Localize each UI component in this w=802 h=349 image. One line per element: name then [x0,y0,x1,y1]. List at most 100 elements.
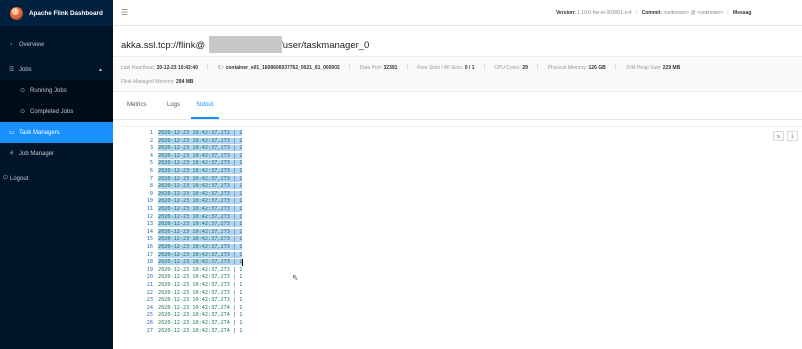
sidebar-item-running-jobs[interactable]: ⊙ Running Jobs [0,80,113,101]
physical-memory-value: 126 GB [588,65,606,71]
info-row-1: Last Heartbeat: 20-12-23 10:42:40 ID: co… [121,64,681,71]
sidebar-item-task-managers[interactable]: ▭ Task Managers [0,122,113,143]
line-number: 17 [146,251,153,258]
log-text: 2020-12-23 10:42:37,273 | 1 [158,244,243,250]
mouse-cursor-icon: ⇖ [292,273,299,282]
title-suffix: /user/taskmanager_0 [280,40,370,51]
menu-fold-icon[interactable]: ☰ [121,8,128,17]
flink-logo-icon [10,6,23,20]
log-text: 2020-12-23 10:42:37,273 | 1 [158,228,243,235]
log-text: 2020-12-23 10:42:37,273 | 1 [158,168,243,174]
log-text: 2020-12-23 10:42:37,273 | 1 [158,213,243,220]
log-text: 2020-12-23 10:42:37,274 | 1 [158,320,243,326]
tab-bar: Metrics Logs Stdout [113,92,802,120]
line-number: 25 [146,312,153,319]
sidebar-item-jobs[interactable]: ☰ Jobs ▲ [0,59,113,80]
version-info: Version: 1.10.0-hw-ei-303001-rc4 | Commi… [556,9,752,16]
line-number: 12 [146,213,153,220]
line-number: 4 [149,152,153,159]
line-number: 19 [146,266,153,273]
managed-memory-value: 294 MB [176,79,194,85]
log-text: 2020-12-23 10:42:37,273 | 1 [158,137,243,144]
log-text: 2020-12-23 10:42:37,273 | 1 [158,297,243,304]
line-number: 23 [146,297,153,304]
task-manager-icon: ▭ [9,130,15,136]
version-value: 1.10.0-hw-ei-303001-rc4 [577,9,632,16]
cpu-value: 29 [522,65,528,71]
sidebar-item-label: Task Managers [19,129,60,136]
chevron-up-icon: ▲ [98,66,103,73]
line-number: 8 [149,183,153,190]
reload-icon[interactable]: ↻ [773,131,784,141]
info-row-2: Flink Managed Memory: 294 MB [121,79,194,85]
sidebar-item-overview[interactable]: ◔ Overview [0,34,113,55]
id-value: container_e01_1608606937762_0021_01_0000… [225,65,340,71]
line-number: 14 [146,228,153,235]
sidebar-item-label: Jobs [19,66,32,73]
line-number: 22 [146,289,153,296]
message-label[interactable]: Messag [733,10,751,16]
play-circle-icon: ⊙ [20,88,26,94]
line-number: 6 [149,168,153,174]
line-number: 20 [146,274,153,281]
slots-value: 0 / 1 [464,65,475,71]
jvm-heap-value: 229 MB [662,65,681,71]
line-number: 11 [146,206,153,212]
line-number: 9 [149,190,153,197]
sidebar-item-label: Logout [10,175,29,182]
sidebar-item-completed-jobs[interactable]: ⊙ Completed Jobs [0,101,113,122]
sidebar-item-label: Job Manager [19,150,55,157]
line-number: 15 [146,236,153,243]
tab-stdout[interactable]: Stdout [196,102,213,108]
tab-logs[interactable]: Logs [167,102,180,108]
log-text: 2020-12-23 10:42:37,273 | 1 [158,251,243,258]
line-number: 13 [146,221,153,228]
main-content: akka.ssl.tcp://flink@ /user/taskmanager_0… [113,26,802,349]
commit-label: Commit: [641,9,662,16]
line-number: 27 [146,327,153,334]
line-number: 24 [146,304,153,311]
active-tab-indicator [191,117,219,119]
taskmanager-info: Last Heartbeat: 20-12-23 10:42:40 ID: co… [113,56,802,92]
brand[interactable]: Apache Flink Dashboard [0,0,113,26]
log-text: 2020-12-23 10:42:37,274 | 1 [158,312,243,319]
sidebar-item-label: Overview [19,41,45,48]
download-icon[interactable]: ⤓ [787,131,798,141]
log-text: 2020-12-23 10:42:37,272 | 1 [158,130,243,136]
log-text: 2020-12-23 10:42:37,273 | 1 [158,160,243,167]
check-circle-icon: ⊙ [20,109,26,115]
text-cursor [242,259,244,267]
sidebar-menu: ◔ Overview ☰ Jobs ▲ ⊙ Running Jobs ⊙ Com… [0,34,113,189]
log-text: 2020-12-23 10:42:37,273 | 1 [158,282,243,288]
line-number: 21 [146,282,153,288]
log-text: 2020-12-23 10:42:37,273 | 1 [158,259,244,267]
list-icon: ☰ [9,67,15,73]
log-text: 2020-12-23 10:42:37,273 | 1 [158,266,243,273]
log-text: 2020-12-23 10:42:37,273 | 1 [158,198,243,205]
line-number: 7 [149,175,153,182]
title-prefix: akka.ssl.tcp://flink@ [121,40,206,51]
log-text: 2020-12-23 10:42:37,273 | 1 [158,183,243,190]
line-number: 3 [149,145,153,152]
log-text: 2020-12-23 10:42:37,273 | 1 [158,190,243,197]
top-header: ☰ Version: 1.10.0-hw-ei-303001-rc4 | Com… [113,0,802,26]
commit-value: <unknown> @ <unknown> [663,9,723,16]
log-text: 2020-12-23 10:42:37,273 | 1 [158,236,243,243]
line-number: 10 [146,198,153,205]
sidebar-item-logout[interactable]: ⏻ Logout [0,168,113,189]
sidebar-item-label: Completed Jobs [30,108,74,115]
heartbeat-value: 20-12-23 10:42:40 [156,65,198,71]
log-text: 2020-12-23 10:42:37,273 | 1 [158,289,243,296]
line-number: 5 [149,160,153,167]
log-text: 2020-12-23 10:42:37,274 | 1 [158,327,243,334]
tab-metrics[interactable]: Metrics [127,102,146,108]
stdout-log-viewer[interactable]: ↻ ⤓ 1 2020-12-23 10:42:37,272 | 1 2 2020-12… [121,126,802,349]
sidebar: Apache Flink Dashboard ◔ Overview ☰ Jobs… [0,0,113,349]
line-number: 1 [149,130,153,136]
sidebar-item-job-manager[interactable]: ⚘ Job Manager [0,143,113,164]
dashboard-icon: ◔ [9,41,13,48]
data-port-value: 32391 [383,65,398,71]
log-text: 2020-12-23 10:42:37,273 | 1 [158,221,243,228]
editor-toolbar: ↻ ⤓ [773,131,798,141]
log-text: 2020-12-23 10:42:37,273 | 1 [158,206,243,212]
